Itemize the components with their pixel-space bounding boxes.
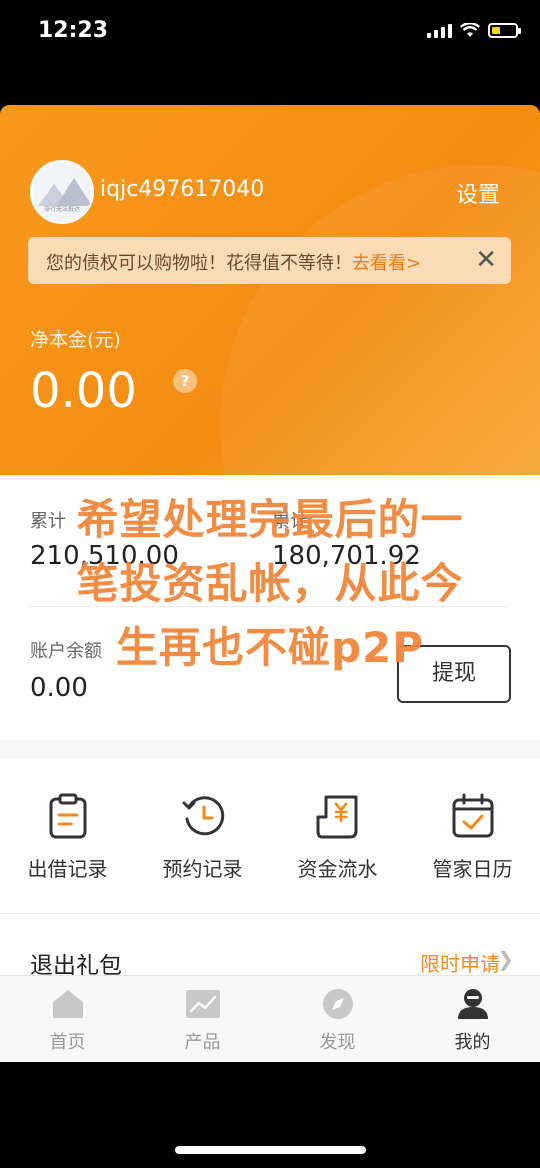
clock-history-icon xyxy=(182,796,224,836)
quick-action-label: 出借记录 xyxy=(27,857,108,881)
principal-value: 0.00 xyxy=(30,363,137,419)
balance-label: 账户余额 xyxy=(30,641,102,662)
quick-action-lending-records[interactable]: 出借记录 xyxy=(0,758,135,913)
account-stats: 累计 210,510.00 累计 180,701.92 账户余额 0.00 提现 xyxy=(0,475,540,740)
cumulative-value-2: 180,701.92 xyxy=(272,541,421,571)
quick-action-label: 预约记录 xyxy=(162,857,243,881)
calendar-check-icon xyxy=(452,793,493,838)
divider xyxy=(30,606,510,607)
balance-value: 0.00 xyxy=(30,673,88,703)
close-icon[interactable]: ✕ xyxy=(475,245,497,275)
help-icon[interactable]: ? xyxy=(173,369,197,393)
tab-home[interactable]: 首页 xyxy=(0,976,135,1062)
home-icon xyxy=(52,990,83,1018)
battery-icon xyxy=(488,22,521,38)
money-receipt-icon xyxy=(316,795,357,839)
status-bar: 12:23 xyxy=(0,0,540,70)
account-header: 旅行无法抵达 iqjc497617040 设置 您的债权可以购物啦！花得值不等待… xyxy=(0,105,540,685)
avatar[interactable]: 旅行无法抵达 xyxy=(30,160,94,224)
tab-label: 首页 xyxy=(49,1032,86,1053)
notice-link[interactable]: 去看看> xyxy=(352,253,421,274)
home-indicator[interactable] xyxy=(175,1146,366,1154)
signal-icon xyxy=(427,22,452,38)
chart-icon xyxy=(185,990,220,1018)
notice-text: 您的债权可以购物啦！花得值不等待！ xyxy=(46,253,352,274)
username: iqjc497617040 xyxy=(100,177,265,202)
notice-banner[interactable]: 您的债权可以购物啦！花得值不等待！去看看> ✕ xyxy=(28,237,511,284)
clipboard-icon xyxy=(49,793,86,839)
compass-icon xyxy=(322,989,353,1019)
cumulative-label-1: 累计 xyxy=(30,511,66,532)
cumulative-label-2: 累计 xyxy=(272,511,308,532)
tab-label: 产品 xyxy=(184,1032,221,1053)
tab-mine[interactable]: 我的 xyxy=(405,976,540,1062)
notice-text-wrap: 您的债权可以购物啦！花得值不等待！去看看> xyxy=(46,249,421,275)
quick-action-fund-flow[interactable]: 资金流水 xyxy=(270,758,405,913)
status-icons xyxy=(427,22,521,38)
avatar-caption: 旅行无法抵达 xyxy=(43,206,80,213)
avatar-mountain-icon xyxy=(56,178,92,206)
status-time: 12:23 xyxy=(38,18,109,43)
exit-gift-apply[interactable]: 限时申请 xyxy=(420,948,500,977)
tab-products[interactable]: 产品 xyxy=(135,976,270,1062)
principal-label: 净本金(元) xyxy=(30,329,121,351)
tab-discover[interactable]: 发现 xyxy=(270,976,405,1062)
settings-button[interactable]: 设置 xyxy=(456,177,500,209)
tab-label: 我的 xyxy=(454,1032,491,1053)
app-screen: 旅行无法抵达 iqjc497617040 设置 您的债权可以购物啦！花得值不等待… xyxy=(0,105,540,1062)
withdraw-button[interactable]: 提现 xyxy=(397,645,511,703)
quick-action-label: 管家日历 xyxy=(432,857,513,881)
exit-gift-row[interactable]: 退出礼包 限时申请 ❯ xyxy=(0,913,540,979)
section-gap xyxy=(0,740,540,758)
chevron-right-icon: ❯ xyxy=(497,947,514,971)
quick-actions: 出借记录 预约记录 资金流水 管家日历 xyxy=(0,758,540,913)
cumulative-value-1: 210,510.00 xyxy=(30,541,179,571)
tab-label: 发现 xyxy=(319,1032,356,1053)
quick-action-reservation-records[interactable]: 预约记录 xyxy=(135,758,270,913)
tab-bar: 首页 产品 发现 我的 xyxy=(0,975,540,1062)
user-icon xyxy=(457,989,488,1019)
wifi-icon xyxy=(460,22,480,37)
quick-action-calendar[interactable]: 管家日历 xyxy=(405,758,540,913)
quick-action-label: 资金流水 xyxy=(297,857,378,881)
